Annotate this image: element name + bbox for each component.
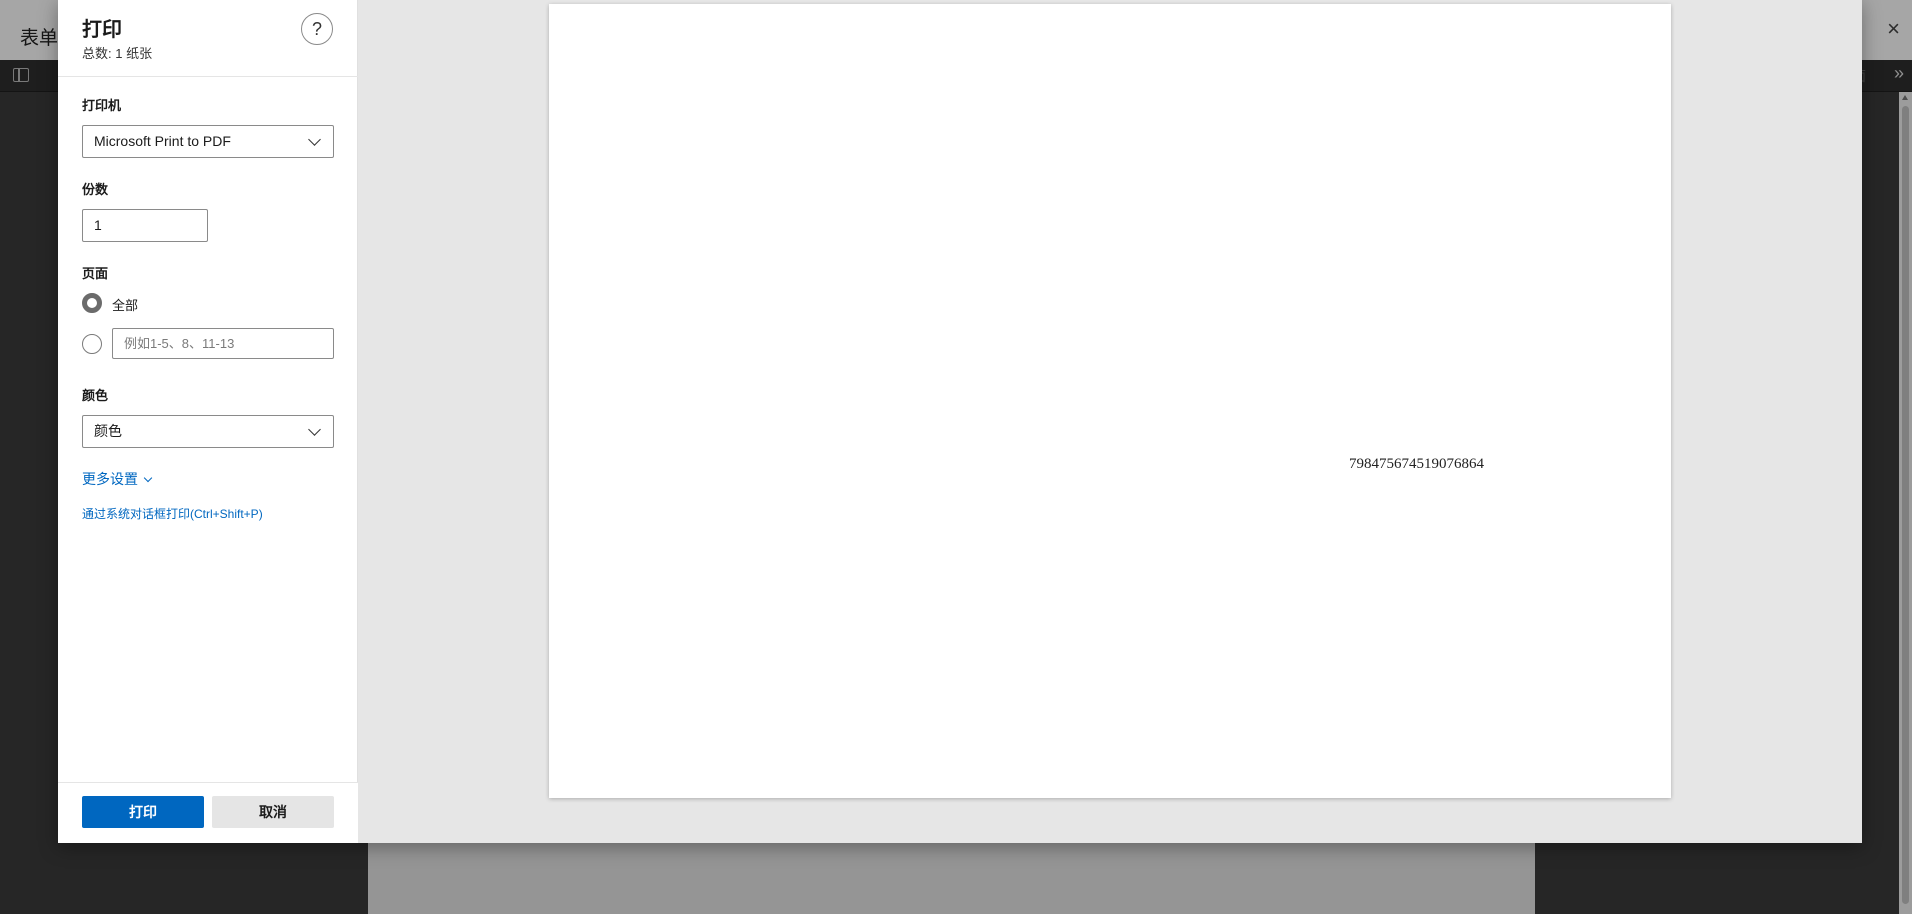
chevron-down-icon — [143, 473, 153, 483]
help-icon[interactable]: ? — [301, 13, 333, 45]
pages-range-input[interactable] — [112, 328, 334, 359]
dialog-footer: 打印 取消 — [58, 782, 358, 843]
print-dialog: 打印 总数: 1 纸张 ? 打印机 Microsoft Print to PDF… — [58, 0, 1862, 843]
preview-page-text: 798475674519076864 — [1349, 456, 1484, 472]
chevron-down-icon — [308, 423, 321, 436]
more-settings-link[interactable]: 更多设置 — [82, 469, 153, 489]
chevron-down-icon — [308, 133, 321, 146]
printer-select-value: Microsoft Print to PDF — [94, 133, 231, 149]
color-label: 颜色 — [82, 388, 109, 403]
print-settings-panel: 打印 总数: 1 纸张 ? 打印机 Microsoft Print to PDF… — [58, 0, 358, 843]
color-select-value: 颜色 — [94, 423, 122, 439]
printer-select[interactable]: Microsoft Print to PDF — [82, 125, 334, 158]
print-button[interactable]: 打印 — [82, 796, 204, 828]
copies-label: 份数 — [82, 182, 109, 197]
printer-label: 打印机 — [82, 98, 122, 113]
color-select[interactable]: 颜色 — [82, 415, 334, 448]
pages-label: 页面 — [82, 266, 109, 281]
pages-range-radio[interactable] — [82, 334, 102, 354]
more-settings-label: 更多设置 — [82, 471, 138, 487]
system-dialog-link[interactable]: 通过系统对话框打印(Ctrl+Shift+P) — [82, 505, 263, 522]
cancel-button[interactable]: 取消 — [212, 796, 334, 828]
dialog-header: 打印 总数: 1 纸张 ? — [58, 0, 358, 77]
print-preview-page: 798475674519076864 — [549, 4, 1671, 798]
dialog-title: 打印 — [82, 19, 122, 41]
copies-input[interactable]: 1 — [82, 209, 208, 242]
sheet-count: 总数: 1 纸张 — [82, 46, 153, 61]
pages-all-label: 全部 — [112, 298, 139, 313]
pages-all-radio[interactable] — [82, 293, 102, 313]
